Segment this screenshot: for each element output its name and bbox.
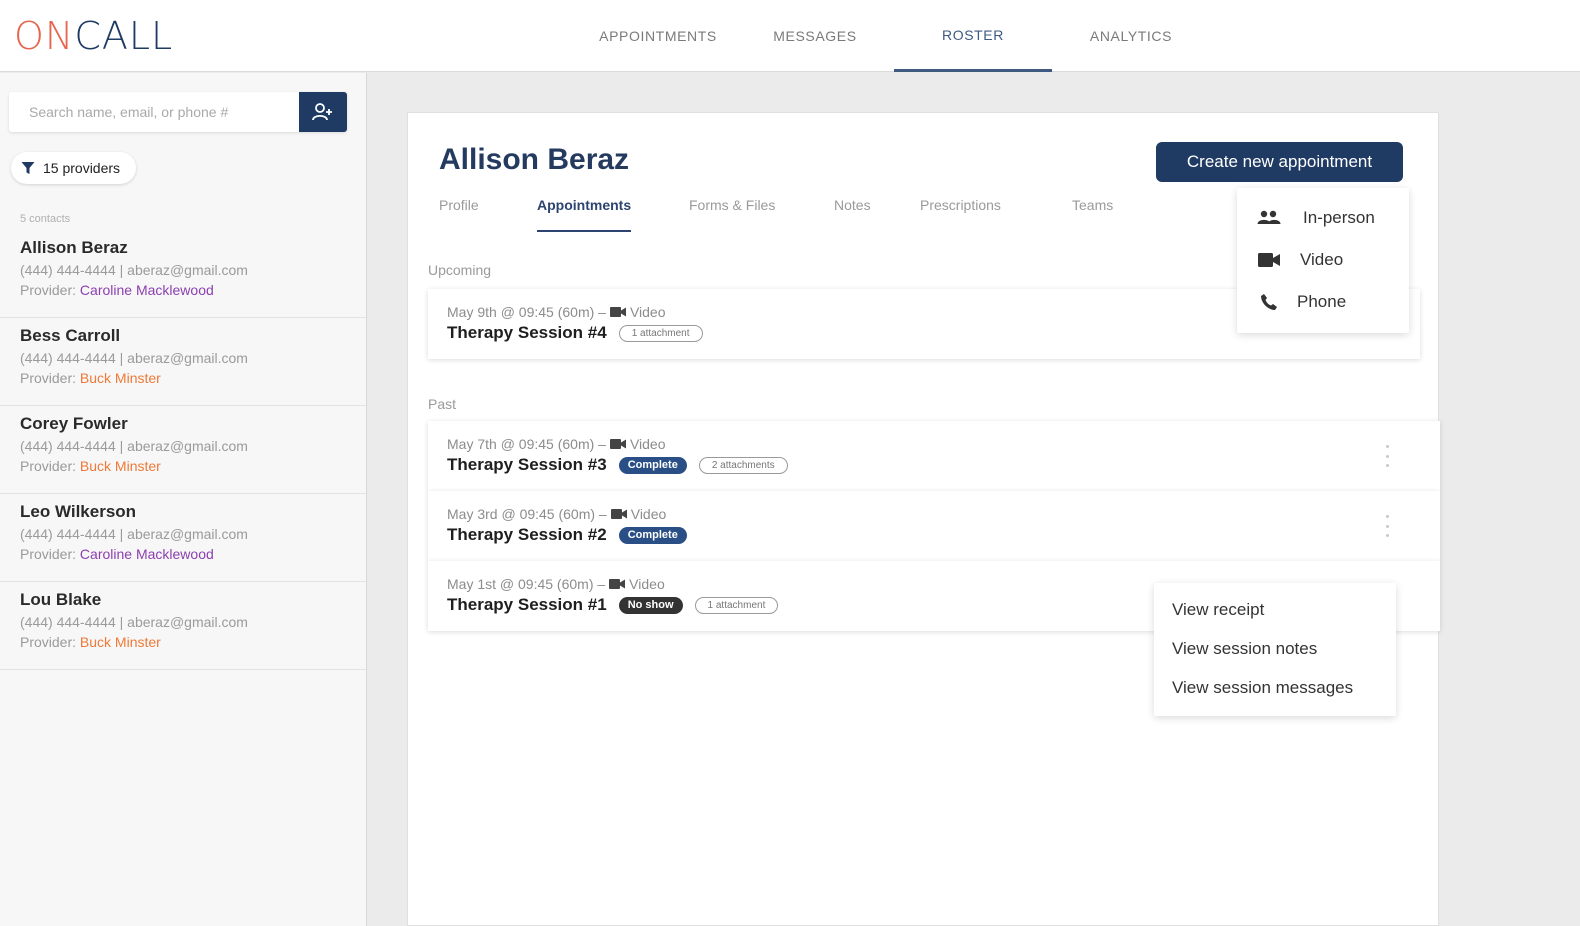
tab-profile[interactable]: Profile <box>439 197 479 233</box>
contact-item[interactable]: Bess Carroll (444) 444-4444 | aberaz@gma… <box>0 318 366 406</box>
appointment-title: Therapy Session #2 <box>447 525 607 544</box>
more-options-icon[interactable] <box>1382 515 1392 537</box>
appointment-datetime: May 3rd @ 09:45 (60m) – <box>447 506 607 522</box>
logo-on: ON <box>14 14 75 58</box>
video-camera-icon <box>609 579 626 589</box>
video-camera-icon <box>610 509 627 519</box>
provider-name: Buck Minster <box>79 458 161 474</box>
tab-teams[interactable]: Teams <box>1072 197 1113 233</box>
provider-label: Provider: <box>20 546 77 562</box>
menu-item-in-person[interactable]: In-person <box>1237 199 1409 237</box>
appointment-datetime: May 1st @ 09:45 (60m) – <box>447 576 606 592</box>
tab-appointments[interactable]: Appointments <box>537 197 632 232</box>
contact-details: (444) 444-4444 | aberaz@gmail.com <box>20 438 248 454</box>
contact-list: Allison Beraz (444) 444-4444 | aberaz@gm… <box>0 230 366 670</box>
provider-name: Buck Minster <box>79 634 161 650</box>
appointment-datetime: May 7th @ 09:45 (60m) – <box>447 436 606 452</box>
add-user-icon <box>312 103 332 121</box>
provider-name: Caroline Macklewood <box>79 546 214 562</box>
provider-label: Provider: <box>20 634 77 650</box>
provider-label: Provider: <box>20 370 77 386</box>
contact-item[interactable]: Allison Beraz (444) 444-4444 | aberaz@gm… <box>0 230 366 318</box>
contact-details: (444) 444-4444 | aberaz@gmail.com <box>20 350 248 366</box>
contact-name: Corey Fowler <box>20 414 128 433</box>
status-badge: No show <box>618 596 683 614</box>
appointment-title: Therapy Session #4 <box>447 323 607 342</box>
contact-item[interactable]: Lou Blake (444) 444-4444 | aberaz@gmail.… <box>0 582 366 670</box>
contact-item[interactable]: Corey Fowler (444) 444-4444 | aberaz@gma… <box>0 406 366 494</box>
filter-label: 15 providers <box>43 160 121 176</box>
tab-notes[interactable]: Notes <box>834 197 871 233</box>
menu-item-video[interactable]: Video <box>1237 241 1409 279</box>
menu-item-view-session-notes[interactable]: View session notes <box>1172 639 1317 659</box>
nav-messages[interactable]: MESSAGES <box>736 0 894 72</box>
appointment-type-menu: In-person Video Phone <box>1237 188 1409 333</box>
nav-roster[interactable]: ROSTER <box>894 0 1052 72</box>
status-badge: Complete <box>618 456 687 474</box>
provider-name: Buck Minster <box>79 370 161 386</box>
upcoming-label: Upcoming <box>428 262 492 278</box>
provider-label: Provider: <box>20 458 77 474</box>
add-contact-button[interactable] <box>299 92 347 132</box>
appointment-mode: Video <box>629 576 665 592</box>
menu-item-view-receipt[interactable]: View receipt <box>1172 600 1264 620</box>
provider-label: Provider: <box>20 282 77 298</box>
tab-forms-files[interactable]: Forms & Files <box>689 197 775 233</box>
client-tabs: Profile Appointments Forms & Files Notes… <box>408 197 1208 233</box>
provider-filter[interactable]: 15 providers <box>11 152 137 184</box>
phone-icon <box>1261 294 1277 310</box>
menu-item-view-session-messages[interactable]: View session messages <box>1172 678 1353 698</box>
sidebar: 15 providers 5 contacts Allison Beraz (4… <box>0 73 367 926</box>
menu-item-label: In-person <box>1303 208 1375 227</box>
contact-name: Lou Blake <box>20 590 102 609</box>
attachment-badge[interactable]: 1 attachment <box>694 596 779 614</box>
appointment-row[interactable]: May 3rd @ 09:45 (60m) – Video Therapy Se… <box>428 491 1440 561</box>
appointment-title: Therapy Session #3 <box>447 455 607 474</box>
contact-name: Leo Wilkerson <box>20 502 137 521</box>
tab-prescriptions[interactable]: Prescriptions <box>920 197 1001 233</box>
oncall-logo[interactable]: ONCALL <box>14 14 173 58</box>
search-input[interactable] <box>9 92 299 132</box>
contacts-count: 5 contacts <box>20 213 71 225</box>
past-label: Past <box>428 396 457 412</box>
status-badge: Complete <box>618 526 687 544</box>
video-camera-icon <box>609 439 626 449</box>
main-nav: APPOINTMENTS MESSAGES ROSTER ANALYTICS <box>580 0 1210 72</box>
client-name: Allison Beraz <box>439 143 630 176</box>
logo-call: CALL <box>74 14 174 58</box>
contact-details: (444) 444-4444 | aberaz@gmail.com <box>20 526 248 542</box>
appointment-title: Therapy Session #1 <box>447 595 607 614</box>
more-options-icon[interactable] <box>1382 445 1392 467</box>
appointment-mode: Video <box>629 304 666 320</box>
appointment-mode: Video <box>629 436 666 452</box>
video-camera-icon <box>1258 253 1280 267</box>
appointment-mode: Video <box>630 506 667 522</box>
create-appointment-button[interactable]: Create new appointment <box>1156 142 1403 182</box>
top-bar: ONCALL APPOINTMENTS MESSAGES ROSTER ANAL… <box>0 0 1580 72</box>
appointment-datetime: May 9th @ 09:45 (60m) – <box>447 304 606 320</box>
attachment-badge[interactable]: 1 attachment <box>618 324 703 342</box>
menu-item-label: Phone <box>1297 292 1347 311</box>
contact-name: Bess Carroll <box>20 326 121 345</box>
contact-item[interactable]: Leo Wilkerson (444) 444-4444 | aberaz@gm… <box>0 494 366 582</box>
appointment-row[interactable]: May 7th @ 09:45 (60m) – Video Therapy Se… <box>428 421 1440 491</box>
menu-item-phone[interactable]: Phone <box>1237 283 1409 321</box>
nav-appointments[interactable]: APPOINTMENTS <box>580 0 736 72</box>
session-options-menu: View receipt View session notes View ses… <box>1154 583 1396 716</box>
people-icon <box>1257 210 1281 224</box>
contact-name: Allison Beraz <box>20 238 128 257</box>
search-bar <box>9 92 347 132</box>
filter-icon <box>21 162 35 174</box>
contact-details: (444) 444-4444 | aberaz@gmail.com <box>20 262 248 278</box>
attachment-badge[interactable]: 2 attachments <box>698 456 788 474</box>
menu-item-label: Video <box>1300 250 1344 269</box>
video-camera-icon <box>609 307 626 317</box>
provider-name: Caroline Macklewood <box>79 282 214 298</box>
contact-details: (444) 444-4444 | aberaz@gmail.com <box>20 614 248 630</box>
nav-analytics[interactable]: ANALYTICS <box>1052 0 1210 72</box>
